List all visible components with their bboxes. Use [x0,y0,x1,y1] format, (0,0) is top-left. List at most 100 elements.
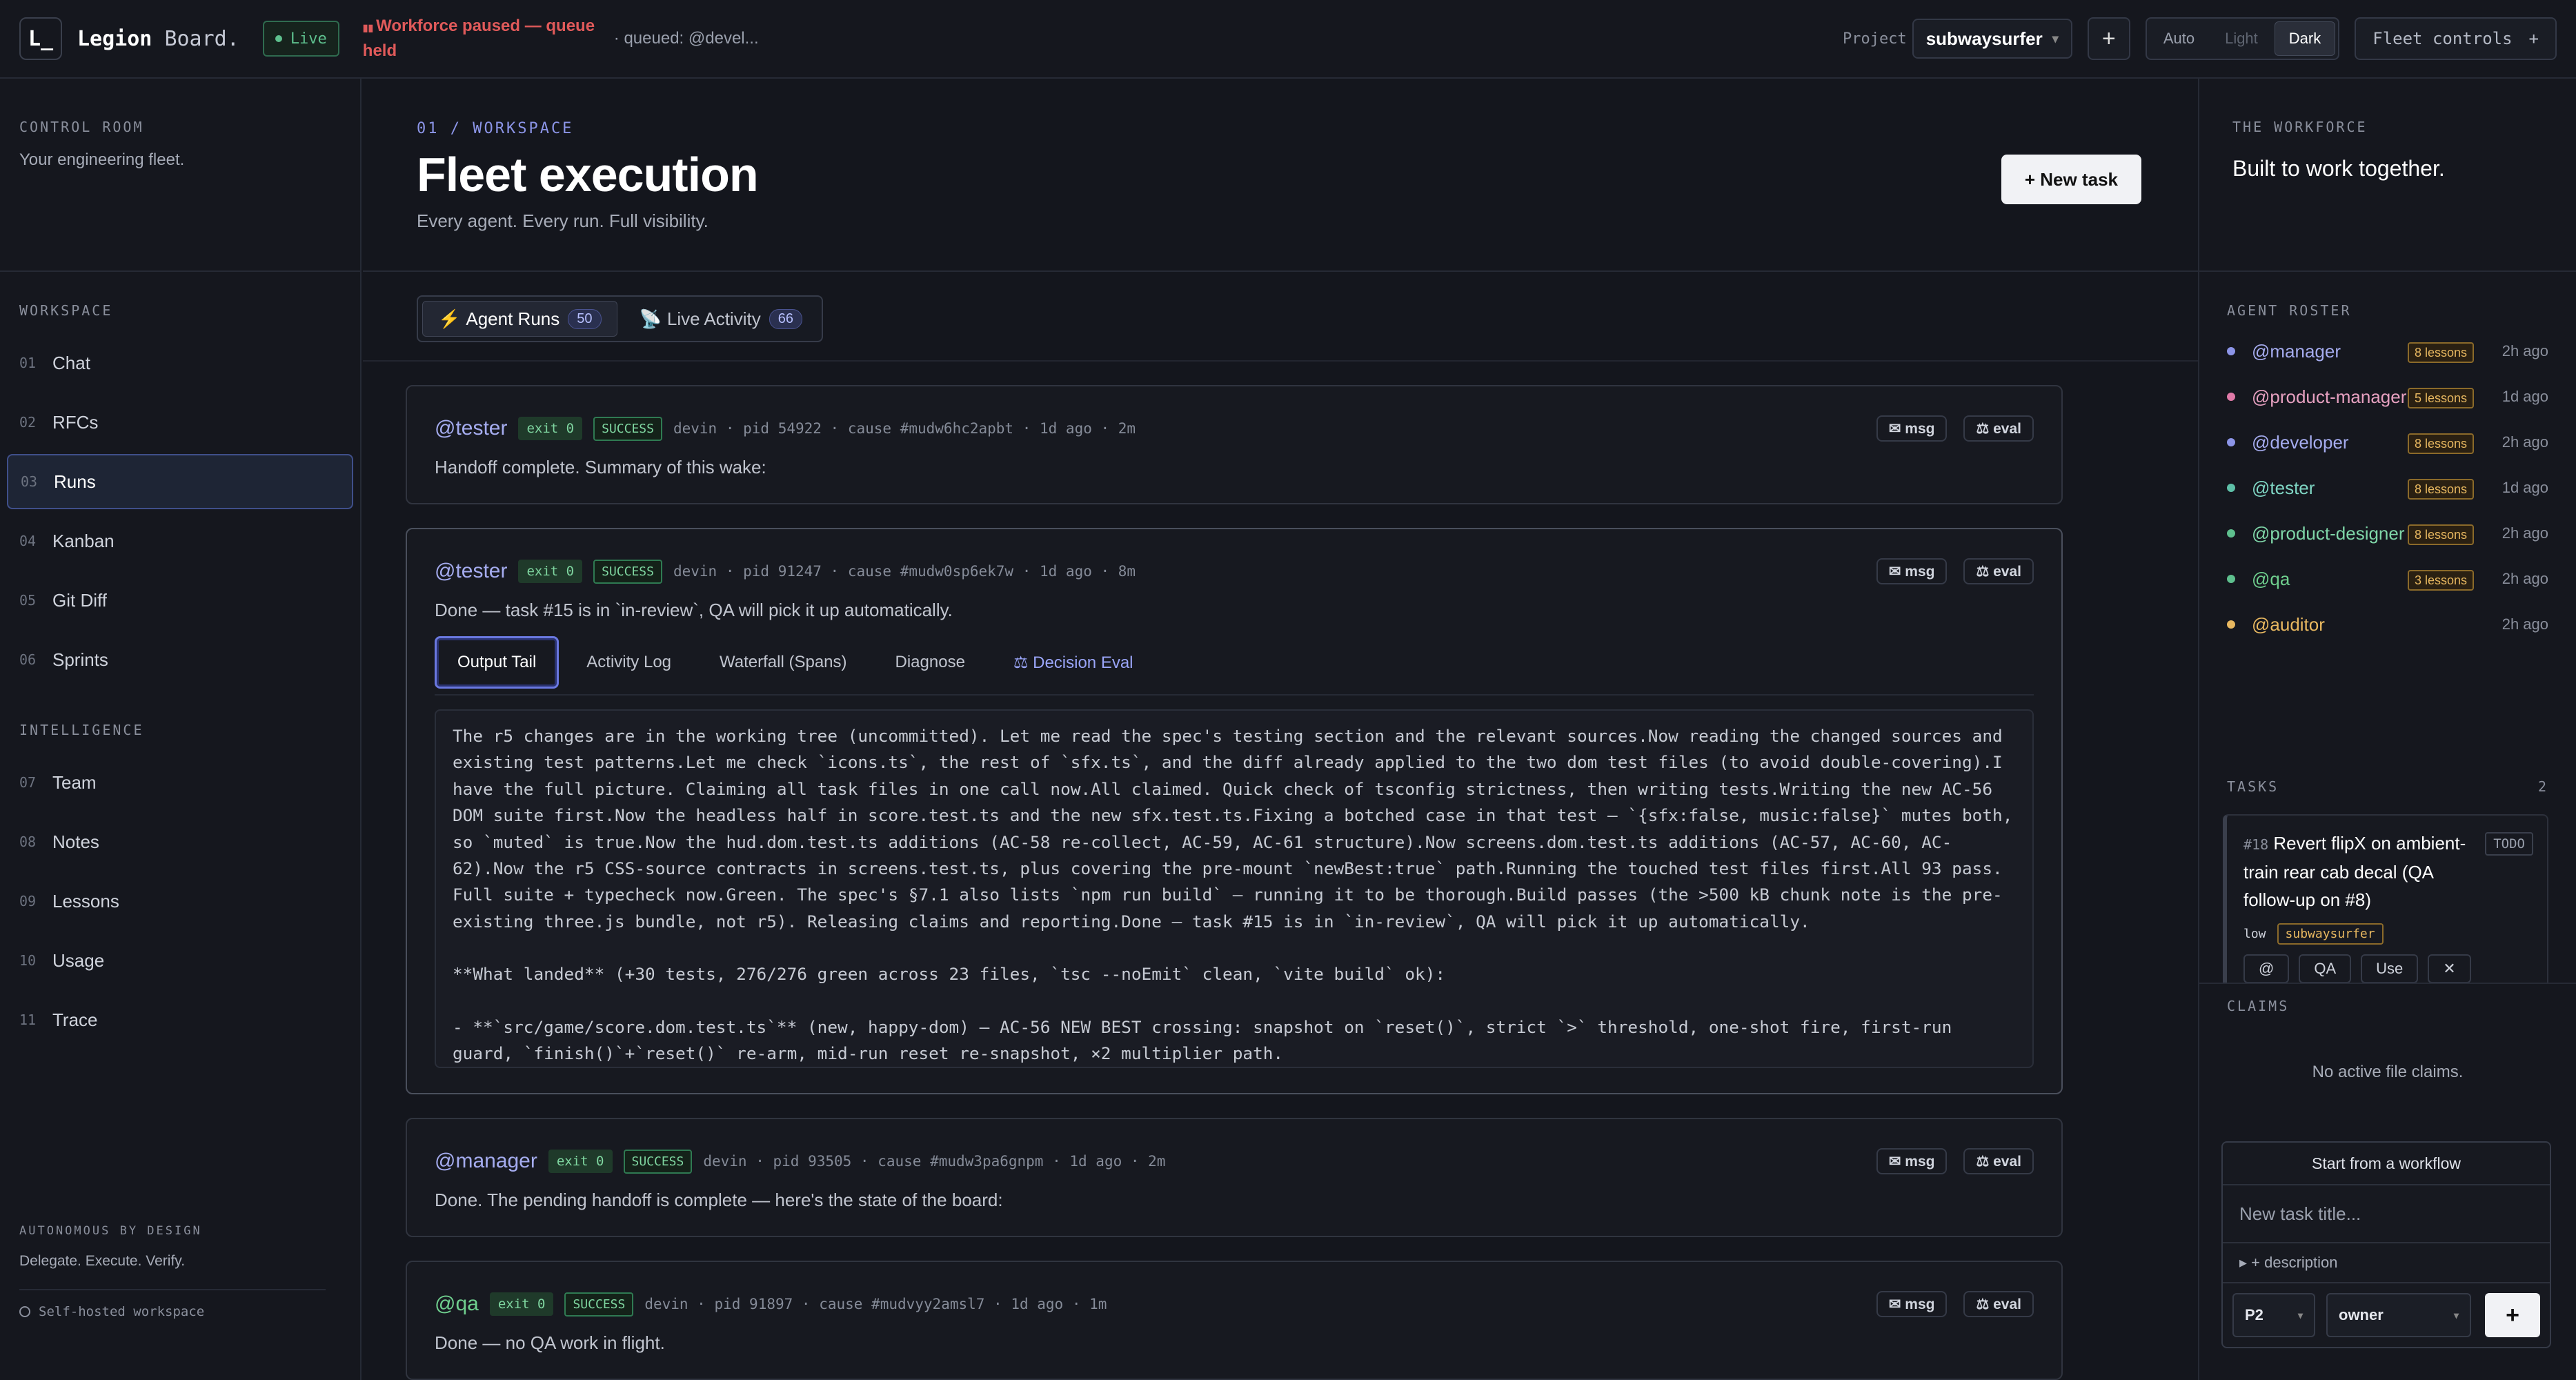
tab-label: Agent Runs [466,308,560,329]
add-description-toggle[interactable]: ▸ + description [2223,1243,2550,1283]
run-meta: devin · pid 54922 · cause #mudw6hc2apbt … [673,420,1136,437]
roster-item[interactable]: @tester 8 lessons 1d ago [2227,475,2548,501]
nav-num: 02 [19,414,37,431]
tab-decision-eval[interactable]: ⚖ Decision Eval [993,636,1154,689]
lessons-badge: 3 lessons [2407,570,2474,591]
msg-button[interactable]: ✉ msg [1876,1291,1948,1317]
agent-name[interactable]: @auditor [2252,611,2474,638]
footer-sub: Delegate. Execute. Verify. [19,1253,186,1269]
divider [19,1289,326,1290]
nav-label: RFCs [52,411,99,433]
qa-button[interactable]: QA [2299,954,2352,983]
roster-item[interactable]: @product-manager 5 lessons 1d ago [2227,384,2548,410]
owner-select[interactable]: owner ▾ [2326,1293,2471,1337]
fleet-controls-button[interactable]: Fleet controls + [2355,17,2557,60]
task-title-text: Revert flipX on ambient-train rear cab d… [2243,833,2466,910]
msg-button[interactable]: ✉ msg [1876,1148,1948,1174]
selfhosted-text: Self-hosted workspace [39,1304,205,1319]
tab-waterfall[interactable]: Waterfall (Spans) [699,636,868,689]
nav-item-chat[interactable]: 01 Chat [7,335,353,391]
top-bar: L_ Legion Board. Live ▮▮ Workforce pause… [0,0,2576,79]
nav-item-team[interactable]: 07 Team [7,755,353,810]
agent-name[interactable]: @tester [2252,475,2408,501]
nav-item-notes[interactable]: 08 Notes [7,814,353,869]
nav-item-usage[interactable]: 10 Usage [7,933,353,988]
agent-name[interactable]: @developer [2252,429,2408,455]
status-dot-icon [2227,484,2235,492]
agent-name[interactable]: @tester [435,417,507,440]
eval-button[interactable]: ⚖ eval [1963,558,2034,584]
page-header: 01 / WORKSPACE Fleet execution Every age… [363,79,2198,272]
eval-button[interactable]: ⚖ eval [1963,415,2034,442]
theme-dark[interactable]: Dark [2274,21,2336,56]
run-card[interactable]: @qa exit 0 SUCCESS devin · pid 91897 · c… [406,1261,2063,1380]
nav-item-sprints[interactable]: 06 Sprints [7,632,353,687]
nav-label: Git Diff [52,589,107,611]
nav-num: 08 [19,834,37,850]
last-active: 2h ago [2501,342,2548,359]
run-card[interactable]: @tester exit 0 SUCCESS devin · pid 54922… [406,385,2063,504]
tab-activity-log[interactable]: Activity Log [566,636,692,689]
eval-button[interactable]: ⚖ eval [1963,1148,2034,1174]
brand-main: Legion [77,26,152,51]
agent-name[interactable]: @qa [2252,566,2408,592]
roster-item[interactable]: @manager 8 lessons 2h ago [2227,338,2548,364]
nav-item-rfcs[interactable]: 02 RFCs [7,395,353,450]
agent-name[interactable]: @manager [2252,338,2408,364]
agent-name[interactable]: @product-manager [2252,384,2408,410]
workforce-title: Built to work together. [2232,156,2445,181]
intelligence-label: INTELLIGENCE [19,722,144,738]
msg-button[interactable]: ✉ msg [1876,558,1948,584]
run-summary: Done — task #15 is in `in-review`, QA wi… [435,600,953,620]
nav-num: 10 [19,952,37,969]
nav-item-runs[interactable]: 03 Runs [7,454,353,509]
agent-name[interactable]: @manager [435,1150,537,1173]
status-dot-icon [2227,347,2235,355]
nav-item-trace[interactable]: 11 Trace [7,992,353,1047]
theme-light[interactable]: Light [2211,21,2272,56]
roster-item[interactable]: @qa 3 lessons 2h ago [2227,566,2548,592]
tabs-row: ⚡ Agent Runs 50 📡 Live Activity 66 [363,272,2198,362]
nav-item-git-diff[interactable]: 05 Git Diff [7,573,353,628]
theme-auto[interactable]: Auto [2150,21,2208,56]
add-project-button[interactable]: + [2087,17,2130,60]
nav-label: Usage [52,949,105,971]
nav-num: 11 [19,1012,37,1028]
use-button[interactable]: Use [2361,954,2419,983]
project-select[interactable]: subwaysurfer ▾ [1912,19,2072,59]
assign-select[interactable]: @ [2243,954,2290,983]
nav-item-kanban[interactable]: 04 Kanban [7,513,353,569]
tab-live-activity[interactable]: 📡 Live Activity 66 [624,301,818,337]
left-sidebar: CONTROL ROOM Your engineering fleet. WOR… [0,79,361,1380]
agent-name[interactable]: @product-designer [2252,520,2408,546]
close-icon[interactable]: ✕ [2428,954,2471,983]
run-summary: Done. The pending handoff is complete — … [435,1190,1003,1210]
live-label: Live [290,30,327,48]
status-dot-icon [2227,438,2235,446]
eval-button[interactable]: ⚖ eval [1963,1291,2034,1317]
agent-name[interactable]: @tester [435,560,507,583]
agent-name[interactable]: @qa [435,1292,479,1316]
add-task-button[interactable]: + [2485,1293,2540,1337]
new-task-button[interactable]: + New task [2001,155,2141,204]
run-card-expanded[interactable]: @tester exit 0 SUCCESS devin · pid 91247… [406,528,2063,1094]
workspace-label: WORKSPACE [19,302,113,319]
workflow-button[interactable]: Start from a workflow [2223,1143,2550,1185]
new-task-input[interactable]: New task title... [2223,1185,2550,1243]
roster-item[interactable]: @developer 8 lessons 2h ago [2227,429,2548,455]
msg-button[interactable]: ✉ msg [1876,415,1948,442]
tab-output-tail[interactable]: Output Tail [435,636,559,689]
tab-diagnose[interactable]: Diagnose [875,636,986,689]
output-tail-panel[interactable]: The r5 changes are in the working tree (… [435,709,2034,1068]
quick-task-form: Start from a workflow New task title... … [2221,1141,2551,1348]
priority-select[interactable]: P2 ▾ [2232,1293,2315,1337]
nav-item-lessons[interactable]: 09 Lessons [7,874,353,929]
roster-item[interactable]: @product-designer 8 lessons 2h ago [2227,520,2548,546]
nav-label: Runs [54,471,96,492]
nav-label: Team [52,771,97,793]
run-card[interactable]: @manager exit 0 SUCCESS devin · pid 9350… [406,1118,2063,1237]
tab-agent-runs[interactable]: ⚡ Agent Runs 50 [422,301,617,337]
count-badge: 50 [568,308,602,329]
status-badge: SUCCESS [593,559,662,584]
roster-item[interactable]: @auditor 2h ago [2227,611,2548,638]
